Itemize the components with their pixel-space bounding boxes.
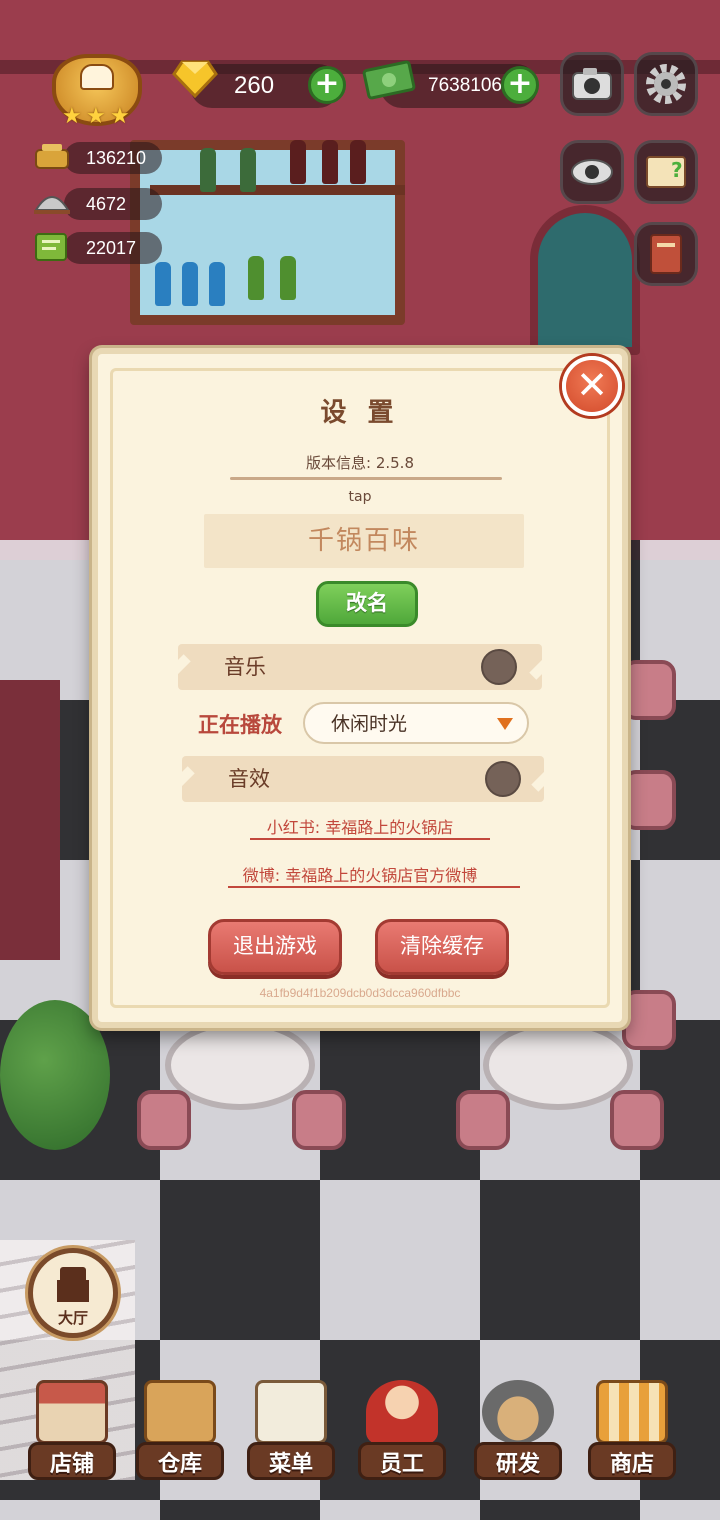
- view-toggle-button[interactable]: [560, 140, 624, 204]
- camera-button[interactable]: [560, 52, 624, 116]
- weibo-underline: [228, 886, 520, 888]
- stat-ticket-value: 22017: [86, 238, 137, 258]
- back-door: [530, 205, 640, 355]
- stat-dish-value: 4672: [86, 194, 127, 214]
- device-id: 4a1fb9d4f1b209dcb0d3dcca960dfbbc: [259, 986, 461, 1000]
- nav-shop-label: 店铺: [49, 1452, 94, 1477]
- waiter-icon: [366, 1380, 438, 1444]
- bottle-icon: [280, 256, 296, 300]
- nav-warehouse[interactable]: 仓库: [130, 1380, 230, 1490]
- eye-icon: [571, 159, 613, 185]
- cooking-pot-icon: [482, 1380, 554, 1444]
- stool: [137, 1090, 191, 1150]
- cash-icon: [362, 60, 416, 100]
- stat-pot: 136210: [64, 142, 162, 174]
- dish-cover-icon: [34, 196, 70, 214]
- hall-label: 大厅: [57, 1309, 88, 1327]
- chevron-down-icon: [497, 718, 513, 730]
- weibo-link[interactable]: 微博: 幸福路上的火锅店官方微博: [0, 862, 720, 886]
- cash-value: 7638106: [428, 75, 502, 96]
- version-info: 版本信息: 2.5.8: [306, 454, 414, 472]
- stool: [292, 1090, 346, 1150]
- chef-hat-icon: [80, 64, 114, 90]
- stool: [622, 660, 676, 720]
- star-icon: ★: [62, 104, 82, 129]
- sfx-toggle[interactable]: [485, 761, 521, 797]
- bottle-icon: [322, 140, 338, 184]
- rank-badge[interactable]: ★ ★ ★: [34, 48, 160, 130]
- shelf-board: [150, 185, 405, 195]
- help-book-button[interactable]: ?: [634, 140, 698, 204]
- nav-warehouse-label: 仓库: [157, 1452, 202, 1477]
- xiaohongshu-underline: [250, 838, 490, 840]
- nav-staff[interactable]: 员工: [352, 1380, 452, 1490]
- star-icon: ★: [110, 104, 130, 129]
- music-track-select[interactable]: 休闲时光: [303, 702, 529, 744]
- nav-staff-label: 员工: [379, 1452, 424, 1477]
- stat-ticket: 22017: [64, 232, 162, 264]
- player-name-display: 千锅百味: [204, 514, 524, 568]
- boxes-icon: [144, 1380, 216, 1444]
- star-icon: ★: [86, 104, 106, 129]
- help-book-icon: ?: [646, 156, 686, 188]
- storefront-icon: [596, 1380, 668, 1444]
- add-gems-button[interactable]: +: [308, 66, 346, 104]
- nav-research[interactable]: 研发: [468, 1380, 568, 1490]
- hall-icon: [60, 1267, 86, 1281]
- bottle-icon: [240, 148, 256, 192]
- nav-menu[interactable]: 菜单: [241, 1380, 341, 1490]
- gear-icon: [646, 64, 686, 104]
- sfx-row: 音效: [182, 756, 544, 802]
- camera-icon: [572, 68, 612, 100]
- recipe-book-button[interactable]: [634, 222, 698, 286]
- bottle-icon: [200, 148, 216, 192]
- xiaohongshu-link[interactable]: 小红书: 幸福路上的火锅店: [0, 814, 720, 838]
- clipboard-icon: [255, 1380, 327, 1444]
- hall-icon-body: [57, 1280, 89, 1302]
- settings-button[interactable]: [634, 52, 698, 116]
- shop-icon: [36, 1380, 108, 1444]
- music-row: 音乐: [178, 644, 542, 690]
- gem-value: 260: [234, 72, 275, 99]
- nav-shop[interactable]: 店铺: [22, 1380, 122, 1490]
- nav-menu-label: 菜单: [268, 1452, 313, 1477]
- hall-button[interactable]: 大厅: [28, 1248, 118, 1338]
- stat-pot-value: 136210: [86, 148, 147, 168]
- quit-game-button[interactable]: 退出游戏: [208, 919, 342, 975]
- pot-icon: [35, 144, 69, 169]
- stool: [610, 1090, 664, 1150]
- nav-store-label: 商店: [609, 1452, 654, 1477]
- recipe-book-icon: [650, 234, 682, 274]
- bottle-icon: [182, 262, 198, 306]
- bottle-icon: [209, 262, 225, 306]
- stool: [456, 1090, 510, 1150]
- sfx-label: 音效: [228, 767, 270, 791]
- account-type: tap: [348, 489, 372, 505]
- ticket-icon: [35, 233, 67, 261]
- dialog-title: 设 置: [320, 398, 400, 428]
- add-cash-button[interactable]: +: [501, 66, 539, 104]
- bottle-icon: [248, 256, 264, 300]
- title-divider: [230, 477, 502, 480]
- music-label: 音乐: [224, 655, 266, 679]
- svg-text:?: ?: [671, 158, 683, 182]
- selected-track: 休闲时光: [331, 713, 408, 735]
- now-playing-label: 正在播放: [198, 713, 282, 737]
- stat-dish: 4672: [64, 188, 162, 220]
- nav-store[interactable]: 商店: [582, 1380, 682, 1490]
- music-toggle[interactable]: [481, 649, 517, 685]
- nav-research-label: 研发: [495, 1452, 540, 1477]
- clear-cache-button[interactable]: 清除缓存: [375, 919, 509, 975]
- bottle-icon: [350, 140, 366, 184]
- gem-icon: [172, 60, 218, 98]
- rename-button[interactable]: 改名: [316, 581, 418, 627]
- bottle-icon: [155, 262, 171, 306]
- bottle-icon: [290, 140, 306, 184]
